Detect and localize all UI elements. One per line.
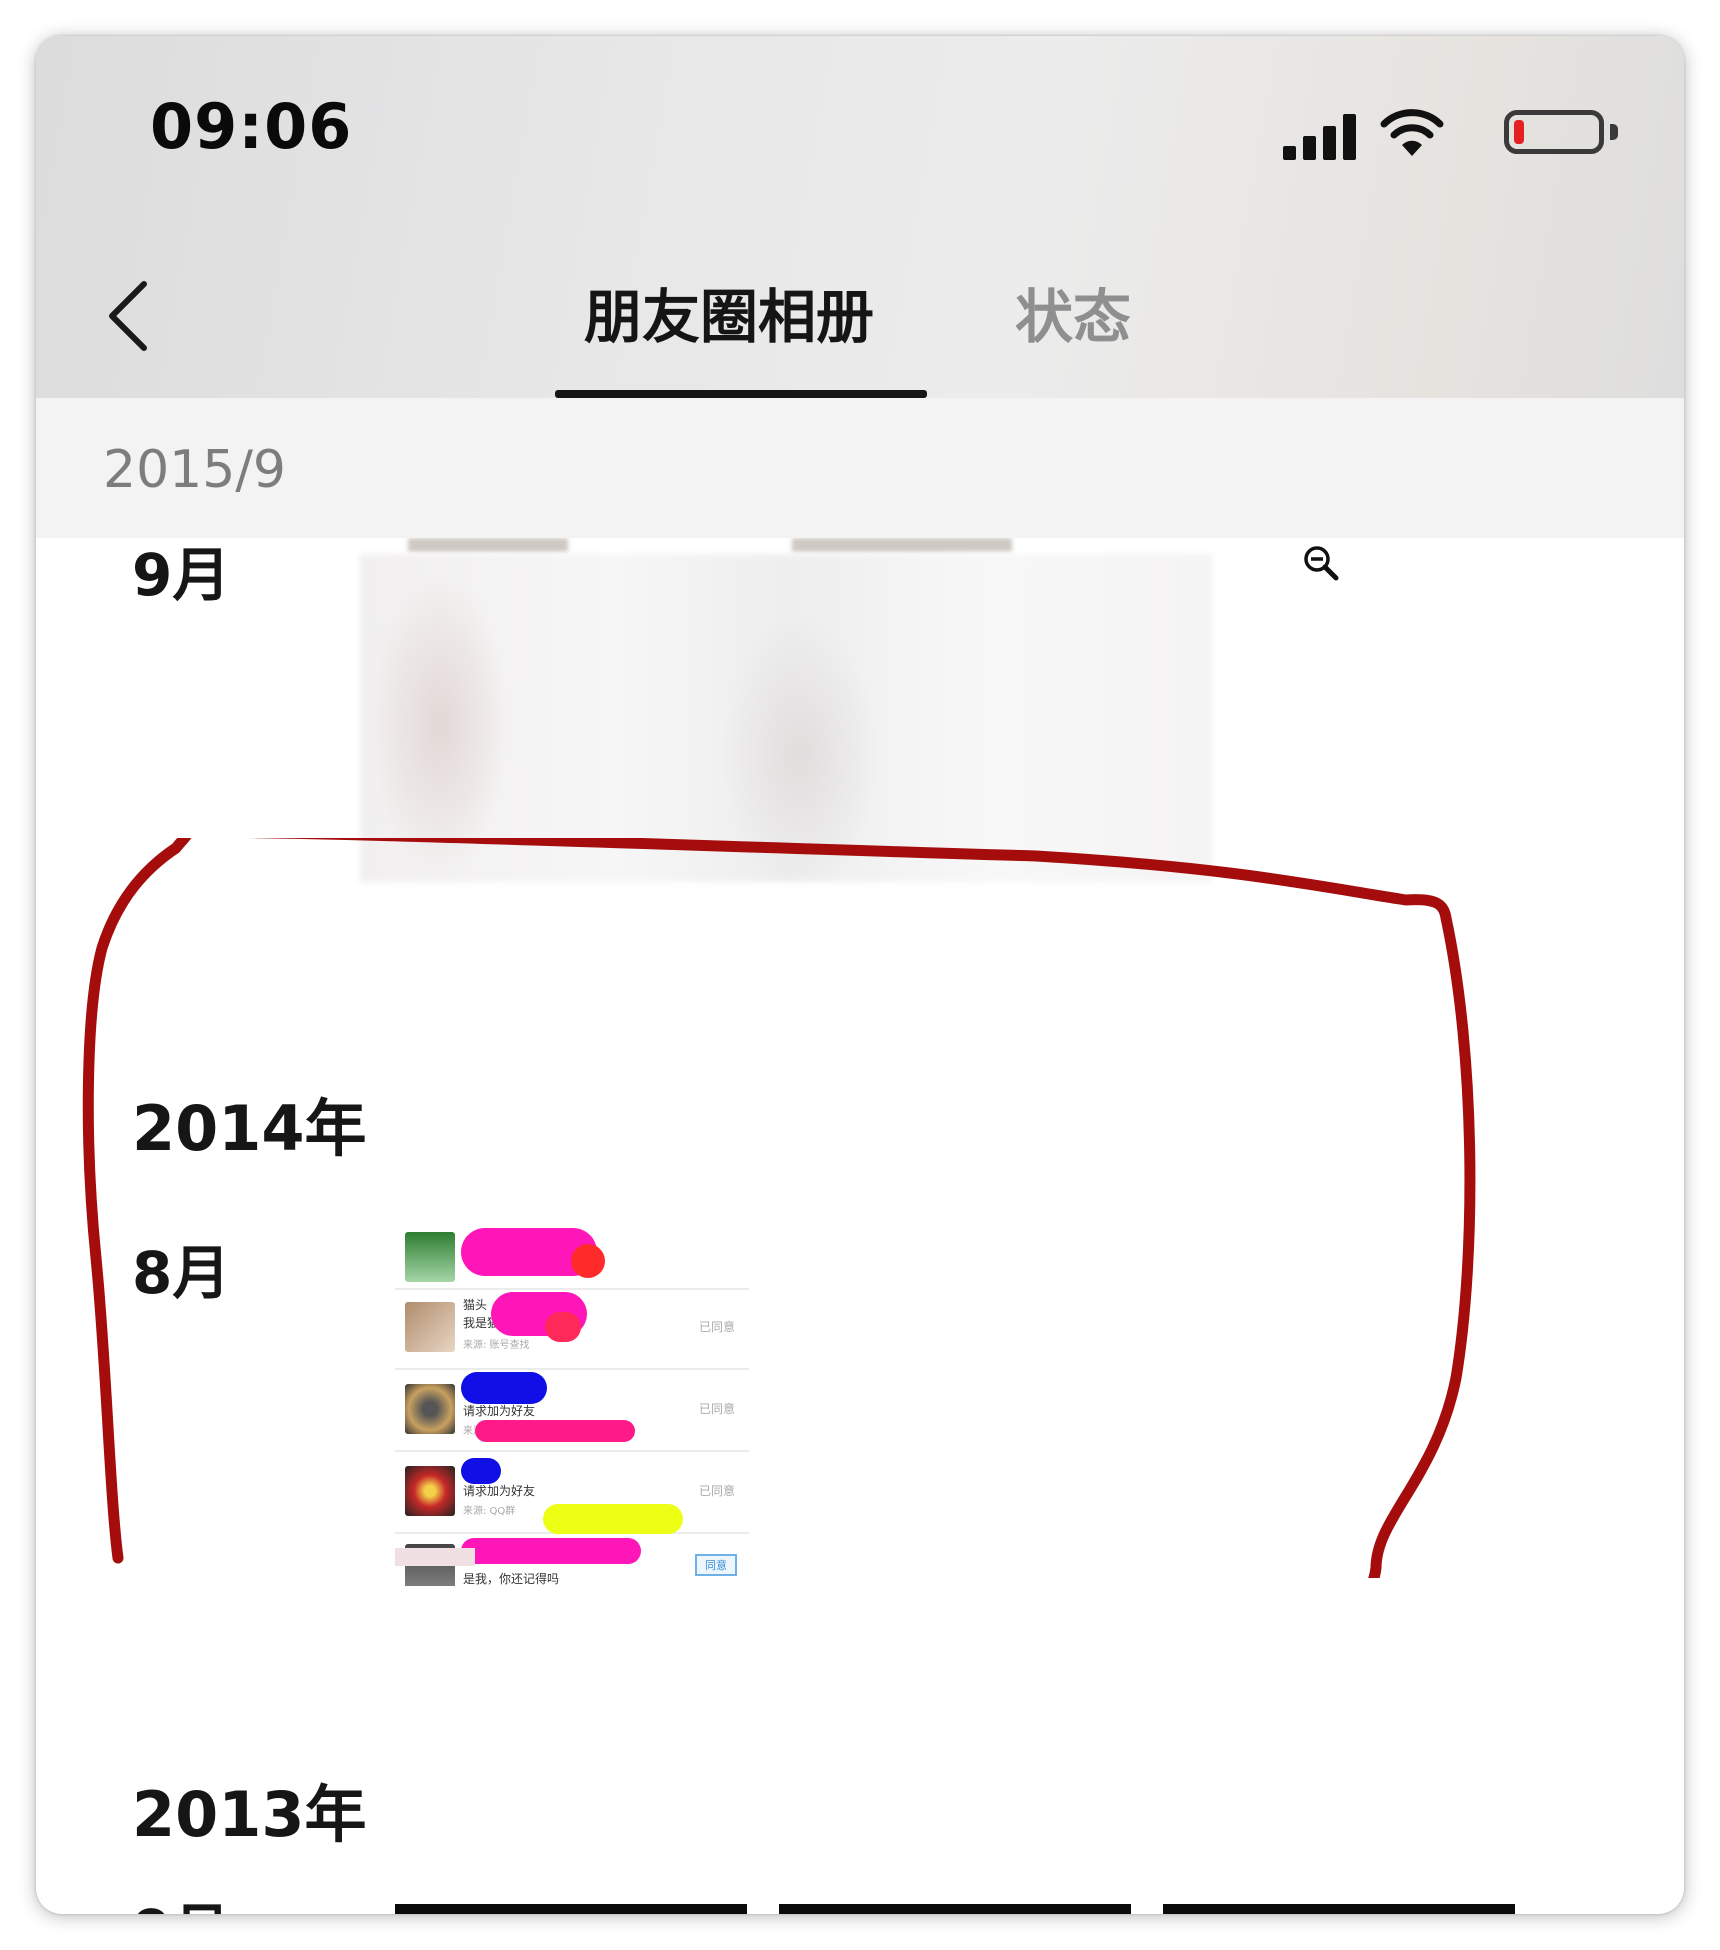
zoom-out-icon[interactable] — [1302, 544, 1340, 582]
back-button[interactable] — [98, 270, 158, 360]
tab-moments-album[interactable]: 朋友圈相册 — [584, 270, 874, 354]
hand-drawn-red-annotation — [82, 838, 1476, 1578]
battery-low-icon — [1504, 110, 1604, 154]
photo-thumbnail-blurred[interactable] — [360, 554, 1212, 882]
cellular-signal-icon — [1283, 112, 1359, 160]
sticky-date: 2015/9 — [103, 440, 286, 500]
top-bar: 09:06 朋友圈相册 状态 — [36, 36, 1684, 398]
battery-tip — [1610, 124, 1618, 140]
wifi-icon — [1380, 109, 1444, 156]
sticky-date-header: 2015/9 — [36, 398, 1684, 538]
year-label-2013: 2013年 — [132, 1778, 367, 1851]
photo-caption-fragment — [792, 538, 1012, 552]
status-time: 09:06 — [150, 90, 353, 163]
photo-thumbnail[interactable] — [1163, 1904, 1515, 1914]
timeline-content: 9月 2014年 8月 猫头 我是猫头 来源: 账号查找 已同意 请求加为好友 … — [36, 538, 1684, 1914]
photo-thumbnail[interactable] — [395, 1904, 747, 1914]
month-label-2015-9: 9月 — [132, 541, 231, 609]
status-icons — [1224, 104, 1624, 164]
photo-thumbnail[interactable] — [779, 1904, 1131, 1914]
phone-screen: 09:06 朋友圈相册 状态 2015/9 9月 2014年 8月 猫头 我是猫… — [36, 36, 1684, 1914]
photo-caption-fragment — [408, 538, 568, 552]
tab-status[interactable]: 状态 — [1015, 270, 1131, 354]
active-tab-indicator — [555, 390, 927, 398]
month-label-2013-9: 9月 — [132, 1884, 230, 1914]
